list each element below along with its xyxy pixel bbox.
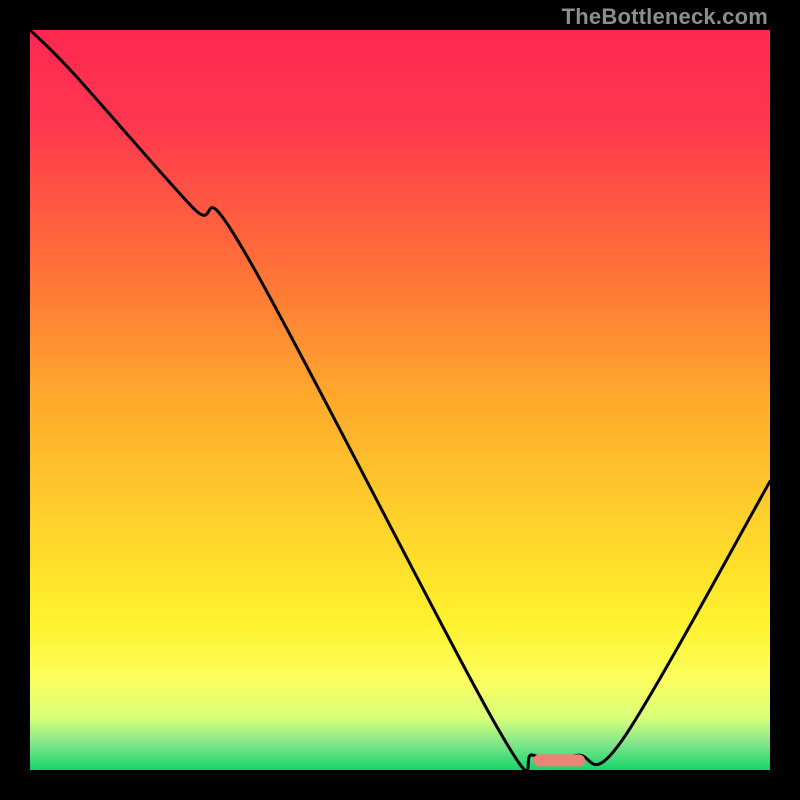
gradient-background: [30, 30, 770, 770]
highlight-marker: [533, 754, 585, 766]
bottleneck-chart: [30, 30, 770, 770]
watermark-text: TheBottleneck.com: [562, 4, 768, 30]
chart-frame: [30, 30, 770, 770]
